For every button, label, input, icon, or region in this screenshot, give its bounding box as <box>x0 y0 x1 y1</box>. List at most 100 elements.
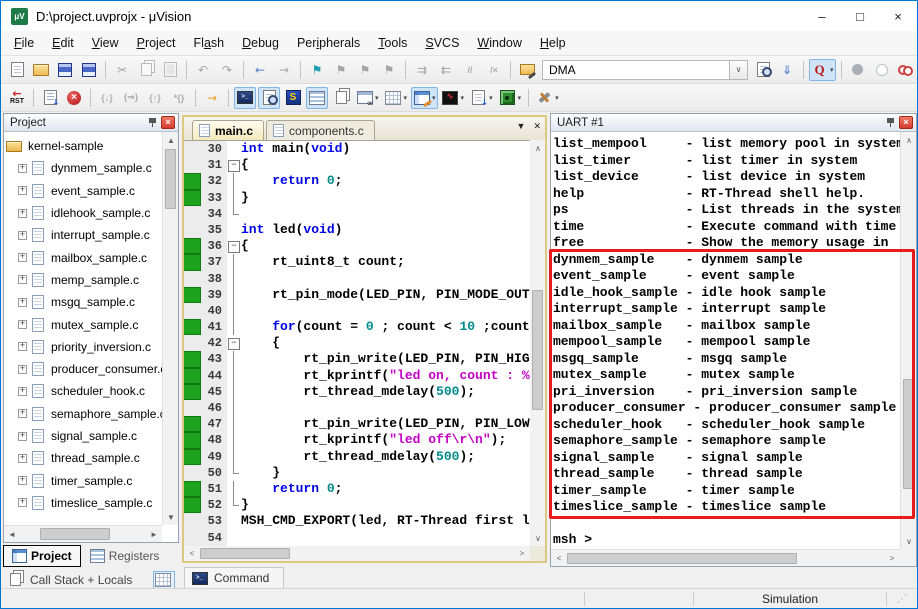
editor-horizontal-scrollbar[interactable]: < > <box>184 546 530 561</box>
incremental-find-icon[interactable]: ⇓ <box>776 59 798 81</box>
pin-icon[interactable] <box>145 116 159 129</box>
tree-item-memp_sample-c[interactable]: + memp_sample.c <box>4 269 162 291</box>
menu-svcs[interactable]: SVCS <box>416 31 468 55</box>
tab-list-icon[interactable]: ▼ <box>517 121 526 132</box>
menu-project[interactable]: Project <box>128 31 185 55</box>
bookmark-icon[interactable]: ⚑ <box>306 59 328 81</box>
resize-grip[interactable]: ⋰ <box>887 592 917 605</box>
flash-config-icon[interactable] <box>516 59 538 81</box>
code-line-49[interactable]: 49 rt_thread_mdelay(500); <box>184 448 530 465</box>
close-panel-icon[interactable]: × <box>899 116 913 129</box>
code-line-39[interactable]: 39 rt_pin_mode(LED_PIN, PIN_MODE_OUTPUT)… <box>184 286 530 304</box>
bookmark-prev-icon[interactable]: ⚑ <box>330 59 352 81</box>
memory-window-button[interactable] <box>153 570 175 589</box>
combo-dropdown-icon[interactable]: ∨ <box>730 59 748 80</box>
menu-file[interactable]: File <box>5 31 43 55</box>
enable-breakpoint-icon[interactable] <box>871 59 893 81</box>
run-icon[interactable] <box>39 87 61 109</box>
callstack-bar[interactable]: Call Stack + Locals <box>3 569 179 590</box>
memory-window-icon[interactable]: ▾ <box>383 87 410 109</box>
code-line-37[interactable]: 37 rt_uint8_t count; <box>184 254 530 271</box>
code-line-31[interactable]: 31{ <box>184 157 530 174</box>
tree-item-idlehook_sample-c[interactable]: + idlehook_sample.c <box>4 202 162 224</box>
flash-target-combo[interactable]: DMA ∨ <box>542 59 748 81</box>
tab-command[interactable]: Command <box>184 567 285 589</box>
scroll-right-icon[interactable]: > <box>514 546 530 562</box>
code-line-45[interactable]: 45 rt_thread_mdelay(500); <box>184 383 530 401</box>
code-line-41[interactable]: 41 for(count = 0 ; count < 10 ;count++) <box>184 319 530 336</box>
code-line-50[interactable]: 50 } <box>184 464 530 481</box>
minimize-button[interactable]: – <box>803 1 841 31</box>
stop-icon[interactable] <box>63 87 85 109</box>
code-line-48[interactable]: 48 rt_kprintf("led off\r\n"); <box>184 432 530 449</box>
system-viewer-icon[interactable]: ▾ <box>497 87 524 109</box>
symbol-window-icon[interactable] <box>282 87 304 109</box>
menu-tools[interactable]: Tools <box>369 31 416 55</box>
code-line-47[interactable]: 47 rt_pin_write(LED_PIN, PIN_LOW); <box>184 416 530 433</box>
call-stack-window-icon[interactable] <box>330 87 352 109</box>
tree-item-priority_inversion-c[interactable]: + priority_inversion.c <box>4 336 162 358</box>
tree-item-signal_sample-c[interactable]: + signal_sample.c <box>4 425 162 447</box>
uart-vertical-scrollbar[interactable]: ∧ ∨ <box>900 132 916 549</box>
step-icon[interactable]: {↓} <box>96 87 118 109</box>
navigate-forward-icon[interactable]: → <box>273 59 295 81</box>
project-vertical-scrollbar[interactable]: ▲ ▼ <box>162 132 178 525</box>
uart-terminal[interactable]: list_mempool - list memory pool in syste… <box>551 132 900 549</box>
editor-tab-main.c[interactable]: main.c <box>192 120 265 140</box>
save-icon[interactable] <box>54 59 76 81</box>
paste-icon[interactable] <box>159 59 181 81</box>
new-file-icon[interactable] <box>6 59 28 81</box>
serial-window-icon[interactable]: ▾ <box>411 86 438 109</box>
save-all-icon[interactable] <box>78 59 100 81</box>
scroll-up-icon[interactable]: ∧ <box>530 140 546 156</box>
menu-window[interactable]: Window <box>468 31 530 55</box>
tab-project[interactable]: Project <box>3 545 81 567</box>
tree-item-msgq_sample-c[interactable]: + msgq_sample.c <box>4 291 162 313</box>
close-button[interactable]: × <box>879 1 917 31</box>
toolbox-icon[interactable]: ▾ <box>534 87 561 109</box>
code-line-54[interactable]: 54 <box>184 529 530 546</box>
tree-item-interrupt_sample-c[interactable]: + interrupt_sample.c <box>4 224 162 246</box>
menu-help[interactable]: Help <box>531 31 575 55</box>
bookmark-clear-icon[interactable]: ⚑ <box>378 59 400 81</box>
code-line-44[interactable]: 44 rt_kprintf("led on, count : %d\r\n", … <box>184 367 530 385</box>
cut-icon[interactable]: ✂ <box>111 59 133 81</box>
tree-item-dynmem_sample-c[interactable]: + dynmem_sample.c <box>4 157 162 179</box>
uncomment-icon[interactable]: /× <box>483 59 505 81</box>
tree-item-event_sample-c[interactable]: + event_sample.c <box>4 180 162 202</box>
bookmark-next-icon[interactable]: ⚑ <box>354 59 376 81</box>
scroll-left-icon[interactable]: < <box>551 550 567 566</box>
unindent-icon[interactable]: ⇇ <box>435 59 457 81</box>
copy-icon[interactable] <box>135 59 157 81</box>
code-line-42[interactable]: 42 { <box>184 335 530 352</box>
flash-target-value[interactable]: DMA <box>542 59 730 80</box>
menu-view[interactable]: View <box>83 31 128 55</box>
step-over-icon[interactable]: {⇒} <box>120 87 142 109</box>
code-line-30[interactable]: 30 int main(void) <box>184 141 530 158</box>
code-line-36[interactable]: 36{ <box>184 238 530 255</box>
close-panel-icon[interactable]: × <box>161 116 175 129</box>
menu-peripherals[interactable]: Peripherals <box>288 31 369 55</box>
disassembly-window-icon[interactable] <box>258 86 280 109</box>
code-line-51[interactable]: 51 return 0; <box>184 480 530 498</box>
code-line-52[interactable]: 52} <box>184 497 530 514</box>
scroll-down-icon[interactable]: ∨ <box>530 530 546 546</box>
tree-item-producer_consumer-c[interactable]: + producer_consumer.c <box>4 358 162 380</box>
editor-tab-components.c[interactable]: components.c <box>266 120 375 140</box>
find-in-files-icon[interactable] <box>752 59 774 81</box>
code-line-43[interactable]: 43 rt_pin_write(LED_PIN, PIN_HIGH); <box>184 351 530 368</box>
code-line-33[interactable]: 33} <box>184 189 530 206</box>
code-line-34[interactable]: 34 <box>184 205 530 222</box>
comment-icon[interactable]: // <box>459 59 481 81</box>
uart-horizontal-scrollbar[interactable]: < > <box>551 549 900 566</box>
menu-edit[interactable]: Edit <box>43 31 83 55</box>
editor-vertical-scrollbar[interactable]: ∧ ∨ <box>530 140 545 546</box>
pin-icon[interactable] <box>883 116 897 129</box>
project-horizontal-scrollbar[interactable]: ◄ ► <box>4 525 162 542</box>
open-folder-icon[interactable] <box>30 59 52 81</box>
tree-root[interactable]: kernel-sample <box>4 135 162 157</box>
code-editor[interactable]: 30int main(void)31{32 return 0;33}3435in… <box>184 140 530 546</box>
code-line-32[interactable]: 32 return 0; <box>184 173 530 190</box>
maximize-button[interactable]: □ <box>841 1 879 31</box>
registers-window-icon[interactable] <box>306 86 328 109</box>
